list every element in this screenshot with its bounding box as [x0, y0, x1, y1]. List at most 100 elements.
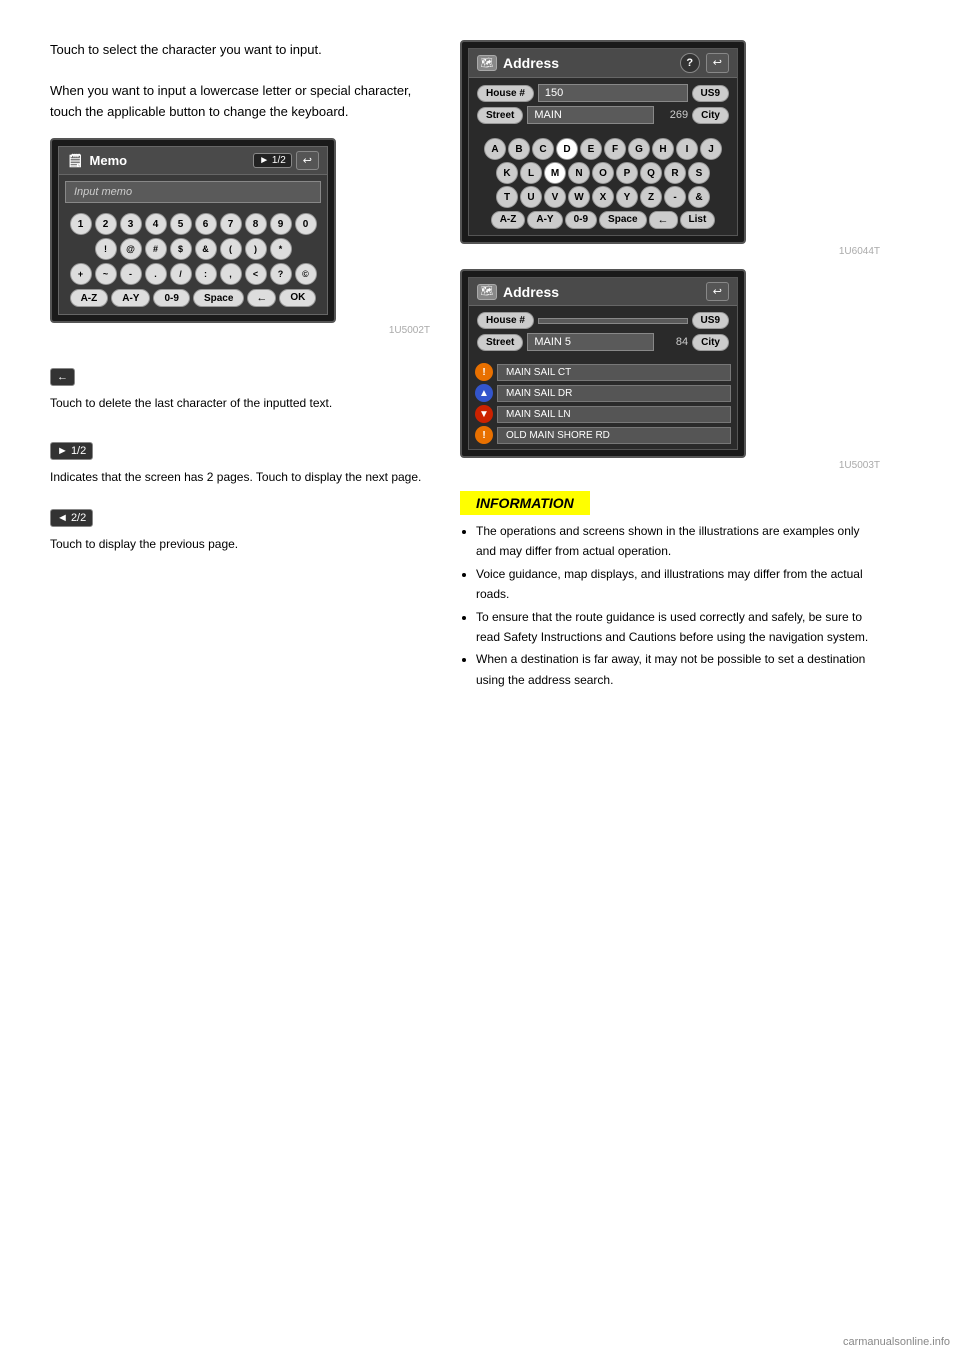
key-space[interactable]: Space: [193, 289, 244, 307]
memo-screen-container: 🗒 Memo ► 1/2 ↩ Input memo: [50, 138, 336, 323]
key-2[interactable]: 2: [95, 213, 117, 235]
site-watermark: carmanualsonline.info: [843, 1336, 950, 1348]
key-0[interactable]: 0: [295, 213, 317, 235]
city-button-1[interactable]: City: [692, 107, 729, 124]
list-text-4[interactable]: OLD MAIN SHORE RD: [497, 427, 731, 444]
key-3[interactable]: 3: [120, 213, 142, 235]
addr-key-ay[interactable]: A-Y: [527, 211, 562, 229]
key-4[interactable]: 4: [145, 213, 167, 235]
memo-back-button[interactable]: ↩: [296, 151, 319, 170]
addr-key-s[interactable]: S: [688, 162, 710, 184]
house-field-label[interactable]: House #: [477, 85, 534, 102]
addr-key-backspace[interactable]: ←: [649, 211, 678, 229]
addr-key-n[interactable]: N: [568, 162, 590, 184]
addr-key-o[interactable]: O: [592, 162, 614, 184]
street-field-label[interactable]: Street: [477, 107, 523, 124]
addr-key-f[interactable]: F: [604, 138, 626, 160]
addr-key-i[interactable]: I: [676, 138, 698, 160]
addr-key-h[interactable]: H: [652, 138, 674, 160]
list-item-4[interactable]: ! OLD MAIN SHORE RD: [475, 426, 731, 444]
key-1[interactable]: 1: [70, 213, 92, 235]
address-screen-2-container: 🗺 Address ↩ House # US9: [460, 269, 880, 471]
addr-key-a[interactable]: A: [484, 138, 506, 160]
key-6[interactable]: 6: [195, 213, 217, 235]
key-star[interactable]: *: [270, 238, 292, 260]
address-back-button-2[interactable]: ↩: [706, 282, 729, 301]
house-field-label-2[interactable]: House #: [477, 312, 534, 329]
list-item-2[interactable]: ▲ MAIN SAIL DR: [475, 384, 731, 402]
addr-key-j[interactable]: J: [700, 138, 722, 160]
info-item-3: To ensure that the route guidance is use…: [476, 607, 880, 648]
addr-key-m[interactable]: M: [544, 162, 566, 184]
us9-button-1[interactable]: US9: [692, 85, 729, 102]
addr-key-z[interactable]: Z: [640, 186, 662, 208]
key-question[interactable]: ?: [270, 263, 292, 285]
page-indicator[interactable]: ► 1/2: [253, 153, 292, 168]
addr-key-space[interactable]: Space: [599, 211, 646, 229]
addr-key-g[interactable]: G: [628, 138, 650, 160]
key-dot[interactable]: .: [145, 263, 167, 285]
city-button-2[interactable]: City: [692, 334, 729, 351]
address-back-button-1[interactable]: ↩: [706, 53, 729, 73]
list-text-1[interactable]: MAIN SAIL CT: [497, 364, 731, 381]
addr-key-x[interactable]: X: [592, 186, 614, 208]
prev-page-badge: ◄ 2/2: [50, 509, 93, 527]
address-screen-2-id: 1U5003T: [460, 460, 880, 471]
addr-key-c[interactable]: C: [532, 138, 554, 160]
street-field-label-2[interactable]: Street: [477, 334, 523, 351]
key-cparen[interactable]: ): [245, 238, 267, 260]
addr-key-l[interactable]: L: [520, 162, 542, 184]
us9-button-2[interactable]: US9: [692, 312, 729, 329]
key-lt[interactable]: <: [245, 263, 267, 285]
key-09[interactable]: 0-9: [153, 289, 189, 307]
key-9[interactable]: 9: [270, 213, 292, 235]
addr-key-ampersand[interactable]: &: [688, 186, 710, 208]
list-item-1[interactable]: ! MAIN SAIL CT: [475, 363, 731, 381]
addr-key-q[interactable]: Q: [640, 162, 662, 184]
addr-key-list[interactable]: List: [680, 211, 716, 229]
key-oparen[interactable]: (: [220, 238, 242, 260]
key-8[interactable]: 8: [245, 213, 267, 235]
key-ok[interactable]: OK: [279, 289, 316, 307]
next-page-desc: Indicates that the screen has 2 pages. T…: [50, 468, 430, 487]
list-item-3[interactable]: ▼ MAIN SAIL LN: [475, 405, 731, 423]
addr-key-e[interactable]: E: [580, 138, 602, 160]
addr-key-b[interactable]: B: [508, 138, 530, 160]
key-ay[interactable]: A-Y: [111, 289, 150, 307]
addr-key-r[interactable]: R: [664, 162, 686, 184]
memo-input[interactable]: Input memo: [65, 181, 321, 203]
key-backspace[interactable]: ←: [247, 289, 276, 307]
key-tilde[interactable]: ~: [95, 263, 117, 285]
addr-key-y[interactable]: Y: [616, 186, 638, 208]
key-copy[interactable]: ©: [295, 263, 317, 285]
addr-key-t[interactable]: T: [496, 186, 518, 208]
address-help-button-1[interactable]: ?: [680, 53, 700, 73]
addr-key-az[interactable]: A-Z: [491, 211, 526, 229]
key-minus[interactable]: -: [120, 263, 142, 285]
addr-key-v[interactable]: V: [544, 186, 566, 208]
key-excl[interactable]: !: [95, 238, 117, 260]
street-field-count-2: 84: [658, 336, 688, 348]
addr-key-09[interactable]: 0-9: [565, 211, 597, 229]
addr-key-p[interactable]: P: [616, 162, 638, 184]
key-5[interactable]: 5: [170, 213, 192, 235]
key-amp[interactable]: &: [195, 238, 217, 260]
list-text-3[interactable]: MAIN SAIL LN: [497, 406, 731, 423]
key-7[interactable]: 7: [220, 213, 242, 235]
key-dollar[interactable]: $: [170, 238, 192, 260]
key-plus[interactable]: +: [70, 263, 92, 285]
addr-row-3: T U V W X Y Z - &: [475, 186, 731, 208]
key-hash[interactable]: #: [145, 238, 167, 260]
addr-key-k[interactable]: K: [496, 162, 518, 184]
key-slash[interactable]: /: [170, 263, 192, 285]
key-at[interactable]: @: [120, 238, 142, 260]
addr-row-1: A B C D E F G H I J: [475, 138, 731, 160]
addr-key-u[interactable]: U: [520, 186, 542, 208]
list-text-2[interactable]: MAIN SAIL DR: [497, 385, 731, 402]
addr-key-w[interactable]: W: [568, 186, 590, 208]
key-comma[interactable]: ,: [220, 263, 242, 285]
key-az[interactable]: A-Z: [70, 289, 109, 307]
addr-key-dash[interactable]: -: [664, 186, 686, 208]
key-colon[interactable]: :: [195, 263, 217, 285]
addr-key-d[interactable]: D: [556, 138, 578, 160]
